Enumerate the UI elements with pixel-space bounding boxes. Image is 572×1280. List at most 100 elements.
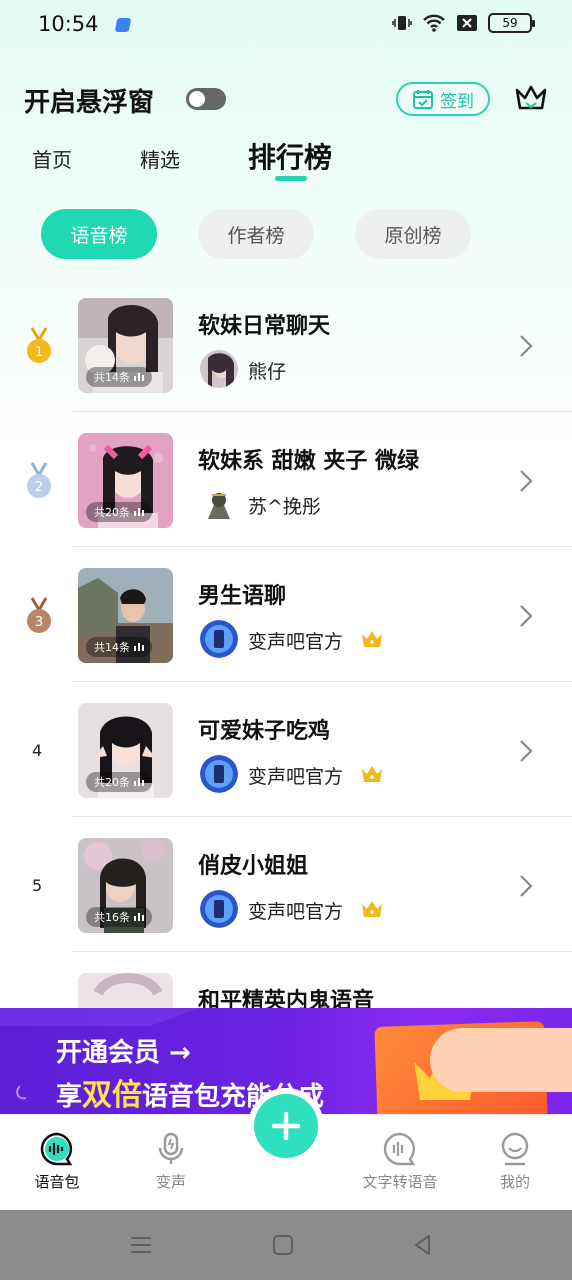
- avatar[interactable]: [200, 620, 238, 658]
- create-button[interactable]: [254, 1094, 318, 1158]
- rank-label: 5: [32, 876, 43, 895]
- divider: [73, 546, 572, 547]
- text-to-speech-icon: [383, 1132, 416, 1166]
- track-count-badge: 共16条: [86, 907, 152, 927]
- rank-label: 1: [35, 345, 43, 360]
- author-name: 变声吧官方: [248, 631, 344, 653]
- status-icons: 59: [392, 13, 535, 33]
- tab-active-indicator: [275, 176, 307, 181]
- nav-voice-changer-label: 变声: [155, 1173, 186, 1191]
- track-count-badge: 共20条: [86, 772, 152, 792]
- sim-blocked-icon: [457, 15, 477, 31]
- chevron-right-icon[interactable]: [516, 737, 536, 765]
- nav-text-to-speech[interactable]: 文字转语音: [345, 1131, 455, 1192]
- back-icon[interactable]: [410, 1232, 436, 1258]
- cover-image: 共14条: [78, 568, 173, 663]
- chevron-right-icon[interactable]: [516, 872, 536, 900]
- item-title: 俏皮小姐姐: [198, 854, 309, 879]
- track-count: 共14条: [94, 371, 130, 384]
- cover-image: 共20条: [78, 433, 173, 528]
- author-name: 变声吧官方: [248, 766, 344, 788]
- nav-profile-label: 我的: [499, 1173, 530, 1191]
- bronze-medal-icon: 3: [27, 597, 51, 633]
- signin-label: 签到: [440, 91, 474, 112]
- silver-medal-icon: 2: [27, 462, 51, 498]
- signin-button[interactable]: 签到: [396, 82, 490, 116]
- nav-text-to-speech-label: 文字转语音: [362, 1173, 438, 1191]
- cover-image: [78, 973, 173, 1011]
- vip-crown-icon: [362, 766, 382, 782]
- tab-featured[interactable]: 精选: [140, 144, 180, 173]
- nav-voice-pack[interactable]: 语音包: [2, 1131, 112, 1192]
- filter-voice-ranking[interactable]: 语音榜: [41, 209, 157, 259]
- float-window-label: 开启悬浮窗: [24, 88, 155, 118]
- track-count: 共20条: [94, 506, 130, 519]
- wifi-icon: [423, 14, 445, 32]
- chevron-right-icon[interactable]: [516, 332, 536, 360]
- banner-subline-pre: 享: [56, 1082, 83, 1112]
- float-window-toggle[interactable]: [186, 88, 226, 110]
- menu-icon[interactable]: [128, 1232, 154, 1258]
- item-title: 男生语聊: [198, 584, 287, 609]
- divider: [73, 816, 572, 817]
- filter-original-ranking[interactable]: 原创榜: [355, 209, 471, 259]
- audio-bars-icon: [134, 913, 144, 921]
- chevron-right-icon[interactable]: [516, 602, 536, 630]
- battery-indicator: 59: [488, 13, 535, 33]
- divider: [73, 411, 572, 412]
- status-bar: 10:54 59: [0, 0, 572, 52]
- rank-label: 4: [32, 741, 43, 760]
- gold-medal-icon: 1: [27, 327, 51, 363]
- filter-author-ranking[interactable]: 作者榜: [198, 209, 314, 259]
- audio-bars-icon: [134, 373, 144, 381]
- track-count-badge: 共20条: [86, 502, 152, 522]
- calendar-check-icon: [413, 90, 433, 109]
- vibrate-icon: [392, 16, 412, 30]
- nav-profile[interactable]: 我的: [460, 1131, 570, 1192]
- app-notification-icon: [114, 18, 132, 32]
- track-count-badge: 共14条: [86, 637, 152, 657]
- hand-graphic: [430, 1028, 572, 1092]
- nav-voice-changer[interactable]: 变声: [116, 1131, 226, 1192]
- author-name: 熊仔: [248, 361, 287, 383]
- avatar[interactable]: [200, 755, 238, 793]
- track-count: 共20条: [94, 776, 130, 789]
- home-icon[interactable]: [270, 1232, 296, 1258]
- track-count-badge: 共14条: [86, 367, 152, 387]
- profile-icon: [501, 1132, 529, 1166]
- nav-voice-pack-label: 语音包: [34, 1173, 80, 1191]
- avatar[interactable]: [200, 890, 238, 928]
- microphone-icon: [158, 1132, 184, 1164]
- top-tabs: 首页 精选 排行榜: [0, 130, 572, 190]
- item-title: 和平精英内鬼语音: [198, 989, 375, 1011]
- voice-pack-icon: [40, 1132, 73, 1166]
- tab-home[interactable]: 首页: [32, 144, 72, 173]
- list-item[interactable]: 和平精英内鬼语音: [0, 971, 572, 1011]
- plus-icon: [271, 1111, 301, 1141]
- audio-bars-icon: [134, 643, 144, 651]
- track-count: 共16条: [94, 911, 130, 924]
- banner-headline: 开通会员 →: [56, 1038, 191, 1068]
- status-time: 10:54: [38, 12, 99, 36]
- vip-crown-icon: [362, 631, 382, 647]
- cover-image: 共20条: [78, 703, 173, 798]
- divider: [73, 681, 572, 682]
- system-navigation-bar: [0, 1210, 572, 1280]
- vip-crown-icon[interactable]: [514, 82, 548, 114]
- chevron-right-icon[interactable]: [516, 467, 536, 495]
- rank-label: 2: [35, 480, 43, 495]
- audio-bars-icon: [134, 778, 144, 786]
- avatar[interactable]: [200, 350, 238, 388]
- avatar[interactable]: [200, 485, 238, 523]
- banner-highlight: 双倍: [82, 1078, 143, 1113]
- audio-bars-icon: [134, 508, 144, 516]
- tab-ranking[interactable]: 排行榜: [248, 136, 332, 176]
- author-name: 苏^挽彤: [248, 496, 321, 518]
- author-name: 变声吧官方: [248, 901, 344, 923]
- item-title: 可爱妹子吃鸡: [198, 719, 331, 744]
- rank-label: 3: [35, 615, 43, 630]
- divider: [73, 951, 572, 952]
- item-title: 软妹日常聊天: [198, 314, 331, 339]
- vip-crown-icon: [362, 901, 382, 917]
- battery-level: 59: [502, 16, 518, 30]
